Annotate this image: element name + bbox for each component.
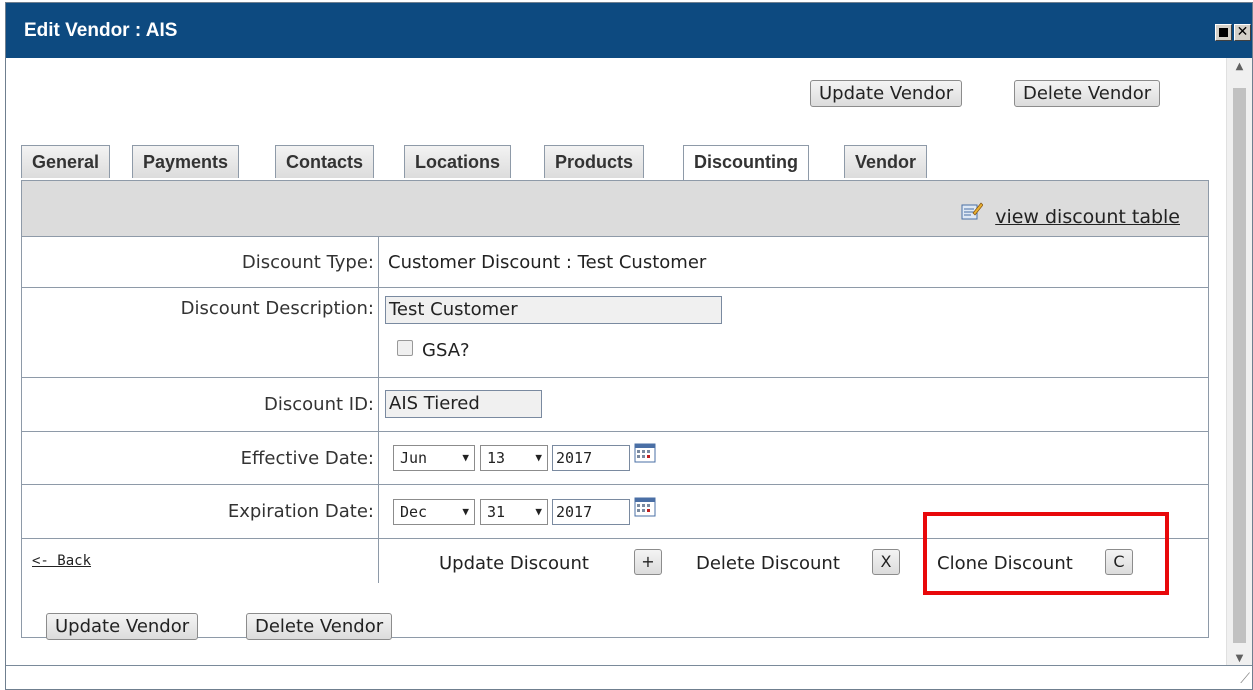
calendar-icon[interactable] <box>634 443 656 463</box>
effective-month-value: Jun <box>400 449 428 467</box>
effective-month-select[interactable]: Jun ▼ <box>393 445 475 471</box>
effective-year-input[interactable]: 2017 <box>552 445 630 471</box>
delete-vendor-button-top[interactable]: Delete Vendor <box>1014 80 1161 107</box>
expiration-year-input[interactable]: 2017 <box>552 499 630 525</box>
discount-id-input[interactable]: AIS Tiered <box>385 390 542 418</box>
discount-id-label: Discount ID: <box>264 394 374 415</box>
update-vendor-button-bottom[interactable]: Update Vendor <box>46 613 199 640</box>
delete-discount-button[interactable]: X <box>872 549 900 575</box>
close-icon[interactable]: ✕ <box>1234 24 1251 41</box>
scroll-up-icon[interactable]: ▲ <box>1227 58 1252 76</box>
view-discount-table-link[interactable]: view discount table <box>995 206 1180 228</box>
tab-general[interactable]: General <box>21 145 111 178</box>
tab-products[interactable]: Products <box>544 145 645 178</box>
highlight-box <box>923 512 1169 595</box>
row-discount-id: Discount ID: AIS Tiered <box>22 378 1208 432</box>
edit-note-icon[interactable] <box>961 201 983 221</box>
discount-type-value: Customer Discount : Test Customer <box>388 252 707 273</box>
update-discount-label: Update Discount <box>439 553 589 574</box>
chevron-down-icon: ▼ <box>462 451 469 464</box>
row-discount-description: Discount Description: Test Customer GSA? <box>22 288 1208 378</box>
minimize-icon[interactable] <box>1215 24 1232 41</box>
row-effective-date: Effective Date: Jun ▼ 13 ▼ 2017 <box>22 432 1208 485</box>
expiration-month-select[interactable]: Dec ▼ <box>393 499 475 525</box>
panel-header: view discount table <box>22 181 1208 237</box>
gsa-label: GSA? <box>422 340 470 361</box>
effective-day-select[interactable]: 13 ▼ <box>480 445 548 471</box>
delete-discount-label: Delete Discount <box>696 553 840 574</box>
expiration-day-value: 31 <box>487 503 506 521</box>
tab-payments[interactable]: Payments <box>132 145 240 178</box>
chevron-down-icon: ▼ <box>535 451 542 464</box>
row-discount-type: Discount Type: Customer Discount : Test … <box>22 237 1208 288</box>
calendar-icon[interactable] <box>634 497 656 517</box>
title-bar: Edit Vendor : AIS ✕ <box>6 3 1252 58</box>
expiration-day-select[interactable]: 31 ▼ <box>480 499 548 525</box>
expiration-date-label: Expiration Date: <box>227 501 374 522</box>
status-bar: ⟋ <box>6 665 1252 689</box>
chevron-down-icon: ▼ <box>462 505 469 518</box>
effective-date-label: Effective Date: <box>240 448 374 469</box>
scrollbar-thumb[interactable] <box>1233 88 1246 643</box>
chevron-down-icon: ▼ <box>535 505 542 518</box>
update-vendor-button-top[interactable]: Update Vendor <box>810 80 963 107</box>
tab-discounting[interactable]: Discounting <box>683 145 809 180</box>
effective-day-value: 13 <box>487 449 506 467</box>
gsa-checkbox[interactable] <box>397 340 413 356</box>
expiration-month-value: Dec <box>400 503 428 521</box>
back-link[interactable]: <- Back <box>32 553 91 569</box>
resize-grip-icon[interactable]: ⟋ <box>1234 671 1250 687</box>
tab-contacts[interactable]: Contacts <box>275 145 375 178</box>
discount-description-input[interactable]: Test Customer <box>385 296 722 324</box>
vertical-scrollbar[interactable]: ▲ ▼ <box>1226 58 1252 668</box>
tab-vendor-stats[interactable]: Vendor Stats <box>844 145 928 205</box>
discount-type-label: Discount Type: <box>241 252 374 273</box>
window-title: Edit Vendor : AIS <box>24 20 178 41</box>
discount-description-label: Discount Description: <box>180 298 374 319</box>
delete-vendor-button-bottom[interactable]: Delete Vendor <box>246 613 393 640</box>
update-discount-button[interactable]: + <box>634 549 662 575</box>
tab-locations[interactable]: Locations <box>404 145 512 178</box>
